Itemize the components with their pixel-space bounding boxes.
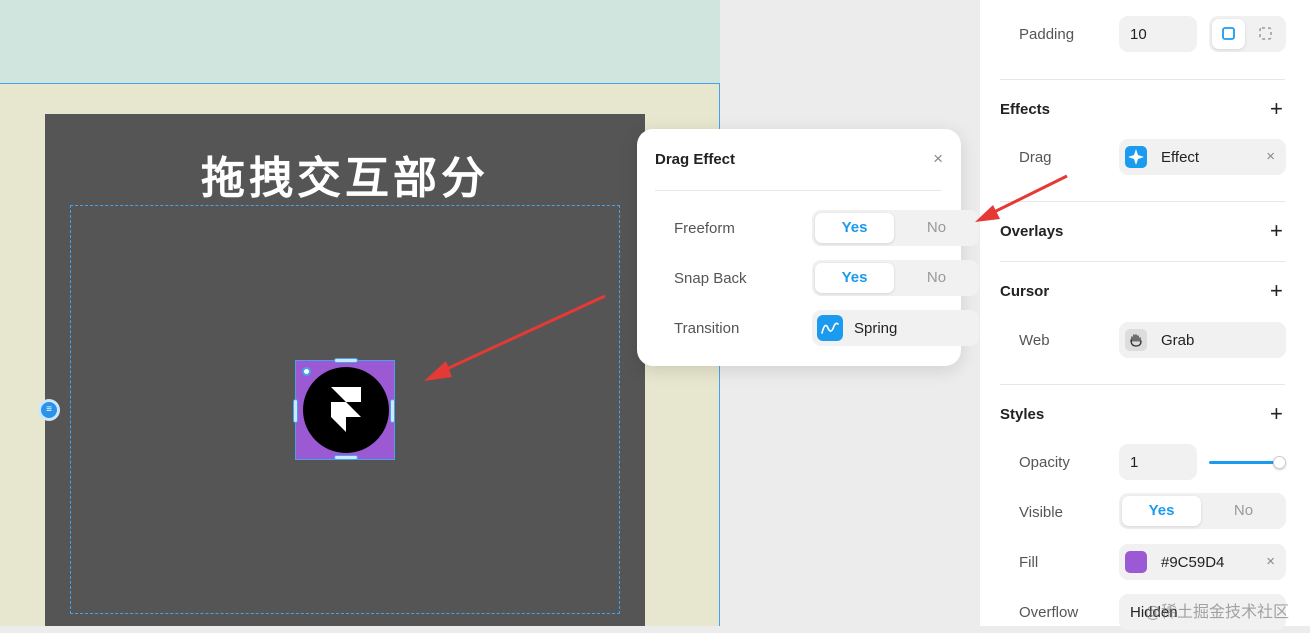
stack-handle-icon[interactable]: ≡ bbox=[38, 399, 60, 421]
overlays-title: Overlays bbox=[1000, 223, 1064, 240]
resize-handle-bottom[interactable] bbox=[334, 455, 358, 460]
add-effect-button[interactable]: + bbox=[1270, 98, 1283, 120]
divider bbox=[1000, 384, 1285, 385]
padding-mode-toggle[interactable] bbox=[1209, 16, 1286, 52]
add-cursor-button[interactable]: + bbox=[1270, 280, 1283, 302]
visible-toggle[interactable]: Yes No bbox=[1119, 493, 1286, 529]
snap-back-row: Snap Back Yes No bbox=[674, 260, 979, 296]
overflow-label: Overflow bbox=[1019, 604, 1079, 621]
popup-title: Drag Effect bbox=[655, 151, 736, 168]
snap-back-label: Snap Back bbox=[674, 270, 747, 287]
resize-handle-top[interactable] bbox=[334, 358, 358, 363]
frame-title: 拖拽交互部分 bbox=[201, 153, 489, 204]
remove-drag-effect-button[interactable]: × bbox=[1266, 148, 1275, 165]
snap-back-yes-option[interactable]: Yes bbox=[815, 263, 894, 293]
padding-individual-icon[interactable] bbox=[1249, 19, 1282, 49]
padding-label: Padding bbox=[1019, 26, 1075, 43]
snap-back-toggle[interactable]: Yes No bbox=[812, 260, 979, 296]
cursor-web-row: Web Grab bbox=[980, 321, 1310, 361]
divider bbox=[1000, 79, 1285, 80]
drag-effect-popup: Drag Effect × Freeform Yes No Snap Back … bbox=[637, 129, 979, 366]
popup-divider bbox=[655, 190, 941, 191]
padding-input[interactable]: 10 bbox=[1119, 16, 1197, 52]
opacity-row: Opacity 1 bbox=[980, 443, 1310, 483]
drag-effect-field[interactable]: Effect × bbox=[1119, 139, 1286, 175]
divider bbox=[1000, 201, 1285, 202]
resize-handle-left[interactable] bbox=[293, 399, 298, 423]
visible-row: Visible Yes No bbox=[980, 493, 1310, 533]
watermark-text: @稀土掘金技术社区 bbox=[1145, 602, 1290, 621]
add-overlay-button[interactable]: + bbox=[1270, 220, 1283, 242]
opacity-slider-track[interactable] bbox=[1209, 461, 1277, 464]
transition-row: Transition Spring bbox=[674, 310, 979, 346]
add-style-button[interactable]: + bbox=[1270, 403, 1283, 425]
freeform-toggle[interactable]: Yes No bbox=[812, 210, 979, 246]
close-icon[interactable]: × bbox=[933, 149, 943, 169]
remove-fill-button[interactable]: × bbox=[1266, 553, 1275, 570]
resize-handle-right[interactable] bbox=[390, 399, 395, 423]
fill-row: Fill #9C59D4 × bbox=[980, 543, 1310, 583]
design-canvas[interactable]: 拖拽交互部分 ≡ bbox=[0, 0, 720, 626]
fill-field[interactable]: #9C59D4 × bbox=[1119, 544, 1286, 580]
draggable-logo-frame[interactable] bbox=[293, 358, 395, 460]
sparkle-icon bbox=[1125, 146, 1147, 168]
fill-color-swatch[interactable] bbox=[1125, 551, 1147, 573]
padding-uniform-icon[interactable] bbox=[1212, 19, 1245, 49]
effects-title: Effects bbox=[1000, 101, 1051, 118]
fill-label: Fill bbox=[1019, 554, 1039, 571]
drag-label: Drag bbox=[1019, 149, 1052, 166]
visible-label: Visible bbox=[1019, 504, 1063, 521]
visible-no-option[interactable]: No bbox=[1204, 496, 1283, 526]
grab-hand-icon bbox=[1125, 329, 1147, 351]
opacity-label: Opacity bbox=[1019, 454, 1070, 471]
web-label: Web bbox=[1019, 332, 1050, 349]
framer-logo-icon bbox=[303, 367, 389, 453]
spring-curve-icon bbox=[817, 315, 843, 341]
cursor-web-field[interactable]: Grab bbox=[1119, 322, 1286, 358]
drag-effect-row: Drag Effect × bbox=[980, 138, 1310, 178]
styles-title: Styles bbox=[1000, 406, 1045, 423]
freeform-no-option[interactable]: No bbox=[897, 213, 976, 243]
padding-row: Padding 10 bbox=[980, 15, 1310, 55]
transition-field[interactable]: Spring bbox=[812, 310, 979, 346]
snap-back-no-option[interactable]: No bbox=[897, 263, 976, 293]
opacity-slider-knob[interactable] bbox=[1273, 456, 1286, 469]
cursor-title: Cursor bbox=[1000, 283, 1050, 300]
canvas-top-section bbox=[0, 0, 720, 83]
freeform-row: Freeform Yes No bbox=[674, 210, 979, 246]
freeform-yes-option[interactable]: Yes bbox=[815, 213, 894, 243]
divider bbox=[1000, 261, 1285, 262]
freeform-label: Freeform bbox=[674, 220, 735, 237]
opacity-input[interactable]: 1 bbox=[1119, 444, 1197, 480]
visible-yes-option[interactable]: Yes bbox=[1122, 496, 1201, 526]
transition-label: Transition bbox=[674, 320, 740, 337]
properties-panel: Padding 10 Effects + Drag Effect × Overl… bbox=[980, 0, 1310, 630]
